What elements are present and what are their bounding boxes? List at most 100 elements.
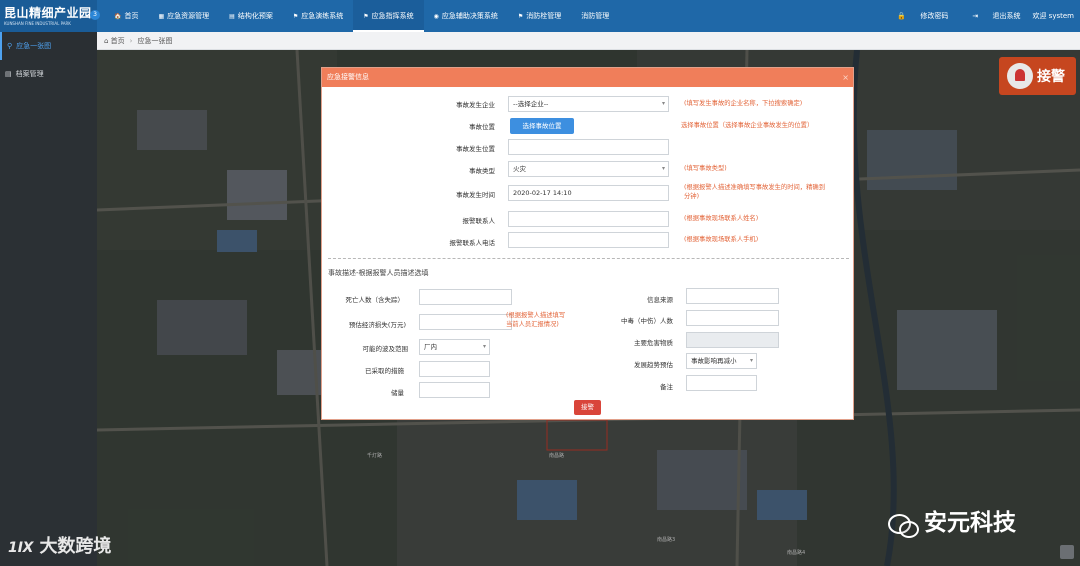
poison-label: 中毒（中伤）人数	[621, 317, 673, 325]
time-label: 事故发生时间	[456, 191, 495, 199]
nav-label: 结构化预案	[237, 12, 273, 20]
hazard-input[interactable]	[686, 332, 779, 348]
sidebar-item-emergency-map[interactable]: ⚲ 应急一张图	[0, 32, 97, 60]
hazard-label: 主要危害物质	[634, 339, 673, 347]
section-divider	[328, 258, 849, 259]
sidebar-item-archives[interactable]: ▤ 档案管理	[0, 60, 97, 88]
place-label: 事故发生位置	[456, 145, 495, 153]
range-label: 可能的波及范围	[362, 345, 409, 353]
enterprise-select[interactable]: --选择企业--	[508, 96, 669, 112]
nav-hydrant-management[interactable]: ⚑ 消防栓管理	[508, 0, 571, 32]
breadcrumb-current: 应急一张图	[137, 37, 173, 45]
siren-icon	[1007, 63, 1033, 89]
breadcrumb-separator: ›	[129, 37, 133, 45]
nav-drill-system[interactable]: ⚑ 应急演练系统	[283, 0, 353, 32]
contact-input[interactable]	[508, 211, 669, 227]
note-label: 备注	[660, 383, 673, 391]
type-label: 事故类型	[469, 167, 495, 175]
nav-label: 首页	[124, 12, 139, 20]
lock-icon: 🔒	[897, 12, 909, 20]
home-icon: ⌂	[104, 37, 111, 45]
close-icon[interactable]: ×	[842, 68, 849, 87]
nav-decision-system[interactable]: ◉ 应急辅助决策系统	[424, 0, 508, 32]
sidebar-item-label: 应急一张图	[16, 42, 52, 50]
contact-hint: (根据事故现场联系人姓名)	[684, 215, 759, 222]
time-input[interactable]: 2020-02-17 14:10	[508, 185, 669, 201]
deaths-label: 死亡人数（含失踪）	[345, 296, 405, 304]
type-select[interactable]: 火灾	[508, 161, 669, 177]
logo[interactable]: 昆山精细产业园 KUNSHAN FINE INDUSTRIAL PARK	[0, 0, 97, 32]
nav-emergency-resources[interactable]: ▦ 应急资源管理	[148, 0, 219, 32]
trend-label: 发展趋势预估	[634, 361, 673, 369]
submit-alarm-button[interactable]: 接警	[574, 400, 601, 415]
logout-icon: ⇥	[972, 12, 981, 20]
alarm-button-label: 接警	[1037, 69, 1065, 85]
deaths-input[interactable]	[419, 289, 512, 305]
nav-structured-plan[interactable]: ▤ 结构化预案	[219, 0, 283, 32]
measures-input[interactable]	[419, 361, 490, 377]
notification-badge[interactable]: 3	[90, 10, 100, 20]
wechat-icon	[888, 512, 919, 538]
modal-header: 应急接警信息 ×	[322, 68, 853, 87]
nav-fire-management[interactable]: 消防管理	[571, 0, 619, 32]
location-label: 事故位置	[469, 123, 495, 131]
calculator-icon: ▦	[158, 13, 165, 20]
nav-label: 应急演练系统	[301, 12, 344, 20]
flag-icon: ⚑	[363, 13, 369, 20]
source-input[interactable]	[686, 288, 779, 304]
phone-hint: (根据事故现场联系人手机)	[684, 236, 759, 243]
phone-label: 报警联系人电话	[449, 239, 496, 247]
nav-label: 消防栓管理	[526, 12, 562, 20]
watermark-left: 1Ⅸ 大数跨境	[8, 532, 111, 558]
time-hint: (根据报警人描述准确填写事故发生的时间，精确到 分钟)	[684, 184, 825, 200]
section-title: 事故描述-根据报警人员描述选填	[328, 269, 429, 277]
sidebar-item-label: 档案管理	[15, 70, 44, 78]
breadcrumb-home[interactable]: 首页	[111, 37, 125, 45]
type-hint: (填写事故类型)	[684, 165, 727, 172]
contact-label: 报警联系人	[462, 217, 496, 225]
document-icon: ▤	[229, 13, 235, 20]
map-pin-icon: ⚲	[7, 42, 13, 50]
home-icon: 🏠	[114, 13, 122, 20]
range-select[interactable]: 厂内	[419, 339, 490, 355]
place-input[interactable]	[508, 139, 669, 155]
phone-input[interactable]	[508, 232, 669, 248]
watermark-right: 安元科技	[888, 503, 1016, 538]
loss-input[interactable]	[419, 314, 512, 330]
watermark-text: 安元科技	[924, 510, 1016, 536]
main-nav: 🏠 首页 ▦ 应急资源管理 ▤ 结构化预案 ⚑ 应急演练系统 ⚑ 应急指挥系统 ◉ 应急辅助…	[104, 0, 619, 32]
logout-link[interactable]: ⇥ 退出系统	[960, 11, 1020, 21]
modal-title: 应急接警信息	[327, 73, 369, 81]
measures-label: 已采取的措施	[365, 367, 404, 375]
trend-select[interactable]: 事故影响再减小	[686, 353, 757, 369]
drill-icon: ⚑	[292, 13, 299, 20]
file-icon: ▤	[5, 70, 12, 78]
compass-icon: ◉	[433, 13, 439, 20]
alarm-button[interactable]: 接警	[999, 57, 1076, 95]
nav-label: 应急资源管理	[167, 12, 210, 20]
map-control-button[interactable]	[1060, 545, 1074, 559]
loss-label: 预估经济损失(万元)	[348, 321, 406, 329]
reserve-input[interactable]	[419, 382, 490, 398]
nav-label: 消防管理	[581, 12, 610, 20]
enterprise-label: 事故发生企业	[456, 101, 495, 109]
logo-subtitle: KUNSHAN FINE INDUSTRIAL PARK	[4, 21, 71, 26]
sidebar: ⚲ 应急一张图 ▤ 档案管理	[0, 32, 97, 566]
nav-home[interactable]: 🏠 首页	[104, 0, 148, 32]
select-location-button[interactable]: 选择事故位置	[510, 118, 574, 134]
note-input[interactable]	[686, 375, 757, 391]
reserve-label: 储量	[391, 389, 404, 397]
poison-input[interactable]	[686, 310, 779, 326]
breadcrumb: ⌂ 首页 › 应急一张图	[97, 32, 1080, 50]
enterprise-hint: (填写发生事故的企业名称，下拉搜索确定)	[684, 100, 803, 107]
nav-command-system[interactable]: ⚑ 应急指挥系统	[353, 0, 424, 32]
source-label: 信息来源	[647, 296, 673, 304]
change-password-link[interactable]: 🔒 修改密码	[885, 11, 948, 21]
alarm-info-modal: 应急接警信息 × 事故发生企业 --选择企业-- (填写发生事故的企业名称，下拉…	[321, 67, 854, 420]
location-hint: 选择事故位置（选择事故企业事故发生的位置）	[681, 122, 814, 129]
logo-title: 昆山精细产业园	[4, 6, 92, 20]
nav-label: 应急指挥系统	[371, 12, 414, 20]
top-navbar: 昆山精细产业园 KUNSHAN FINE INDUSTRIAL PARK 3 🏠…	[0, 0, 1080, 32]
nav-label: 应急辅助决策系统	[441, 12, 498, 20]
loss-hint: (根据报警人描述填写 当前人员汇报情况)	[506, 312, 566, 328]
